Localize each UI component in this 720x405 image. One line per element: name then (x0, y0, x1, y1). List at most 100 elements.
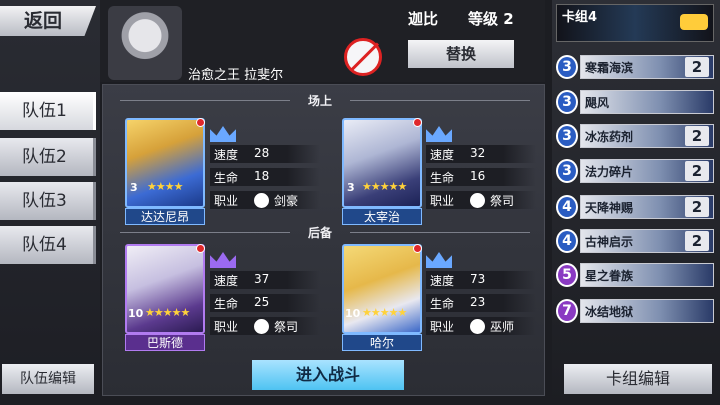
tab-team-4[interactable]: 队伍4 (0, 226, 96, 264)
hero-portrait (125, 118, 205, 208)
enter-battle-button[interactable]: 进入战斗 (252, 360, 404, 390)
deck-card-row[interactable]: 5 星之眷族 (556, 260, 716, 290)
star-rating: ★★★★★ (145, 306, 190, 319)
deck-card-strip: 冰冻药剂 2 (580, 124, 714, 148)
star-rating: ★★★★★ (362, 180, 407, 193)
deck-card-name: 天降神赐 (585, 201, 634, 215)
divider (350, 232, 530, 233)
hero-name: 太宰治 (342, 208, 422, 225)
player-level: 等级 2 (468, 10, 514, 28)
hp-label: 生命 (214, 297, 239, 311)
notification-dot (196, 244, 205, 253)
deck-edit-button[interactable]: 卡组编辑 (564, 364, 712, 394)
deck-card-row[interactable]: 3 法力碎片 2 (556, 156, 716, 186)
deck-card-row[interactable]: 3 冰冻药剂 2 (556, 121, 716, 151)
no-cat-icon (344, 38, 382, 76)
deck-title: 卡组4 (562, 10, 598, 25)
deck-card-row[interactable]: 3 飓风 (556, 87, 716, 117)
swap-button[interactable]: 替换 (408, 40, 514, 68)
deck-card-name: 星之眷族 (585, 269, 634, 283)
speed-value: 28 (254, 146, 270, 160)
cross-class-icon (254, 319, 269, 334)
deck-card-name: 冰冻药剂 (585, 130, 634, 144)
speed-value: 73 (470, 272, 486, 286)
mana-cost: 7 (556, 299, 578, 323)
leader-title: 治愈之王 拉斐尔 (188, 68, 284, 83)
hero-name: 巴斯德 (125, 334, 205, 351)
deck-card-row[interactable]: 4 古神启示 2 (556, 226, 716, 256)
job-value: 祭司 (490, 194, 515, 208)
hp-value: 23 (470, 295, 486, 309)
hero-portrait (342, 118, 422, 208)
divider (120, 100, 290, 101)
hero-name: 哈尔 (342, 334, 422, 351)
tab-team-1[interactable]: 队伍1 (0, 92, 96, 130)
divider (350, 100, 530, 101)
player-name: 迦比 (408, 10, 439, 28)
deck-card-strip: 古神启示 2 (580, 229, 714, 253)
speed-label: 速度 (214, 274, 239, 288)
deck-card-name: 冰结地狱 (585, 305, 634, 319)
hero-level: 3 (347, 181, 355, 194)
notification-dot (413, 118, 422, 127)
hero-name: 达达尼昂 (125, 208, 205, 225)
hp-label: 生命 (430, 297, 455, 311)
job-label: 职业 (214, 320, 239, 334)
back-button[interactable]: 返回 (0, 6, 96, 36)
job-label: 职业 (430, 194, 455, 208)
deck-card-count: 2 (685, 57, 709, 77)
hero-card-dazai[interactable]: 3 ★★★★★ 太宰治 (342, 118, 422, 225)
deck-card-row[interactable]: 3 寒霜海滨 2 (556, 52, 716, 82)
mana-cost: 3 (556, 124, 578, 148)
mana-cost: 4 (556, 195, 578, 219)
job-value: 巫师 (490, 320, 515, 334)
hero-card-dartagnan[interactable]: 3 ★★★★ 达达尼昂 (125, 118, 205, 225)
mana-cost: 4 (556, 229, 578, 253)
staff-class-icon (470, 319, 485, 334)
star-rating: ★★★★ (147, 180, 183, 193)
hero-level: 3 (130, 181, 138, 194)
mana-cost: 3 (556, 55, 578, 79)
team-edit-button[interactable]: 队伍编辑 (2, 364, 94, 394)
deck-card-strip: 飓风 (580, 90, 714, 114)
deck-card-strip: 天降神赐 2 (580, 195, 714, 219)
deck-card-count: 2 (685, 231, 709, 251)
deck-card-name: 古神启示 (585, 235, 634, 249)
deck-card-strip: 星之眷族 (580, 263, 714, 287)
speed-value: 37 (254, 272, 270, 286)
hp-label: 生命 (430, 171, 455, 185)
mana-cost: 3 (556, 90, 578, 114)
deck-card-strip: 寒霜海滨 2 (580, 55, 714, 79)
tab-team-3[interactable]: 队伍3 (0, 182, 96, 220)
job-value: 剑豪 (274, 194, 299, 208)
hp-value: 16 (470, 169, 486, 183)
hero-level: 10 (128, 307, 144, 320)
sword-class-icon (254, 193, 269, 208)
notification-dot (413, 244, 422, 253)
hero-portrait (125, 244, 205, 334)
hp-value: 25 (254, 295, 270, 309)
deck-card-strip: 法力碎片 2 (580, 159, 714, 183)
deck-card-count: 2 (685, 126, 709, 146)
leader-portrait[interactable] (108, 6, 182, 80)
section-onfield-label: 场上 (307, 94, 332, 108)
deck-card-row[interactable]: 4 天降神赐 2 (556, 192, 716, 222)
speed-label: 速度 (214, 148, 239, 162)
job-value: 祭司 (274, 320, 299, 334)
notification-dot (196, 118, 205, 127)
mana-cost: 3 (556, 159, 578, 183)
deck-card-row[interactable]: 7 冰结地狱 (556, 296, 716, 326)
speed-label: 速度 (430, 274, 455, 288)
hp-value: 18 (254, 169, 270, 183)
speed-label: 速度 (430, 148, 455, 162)
divider (120, 232, 290, 233)
job-label: 职业 (430, 320, 455, 334)
hero-card-pasteur[interactable]: 10 ★★★★★ 巴斯德 (125, 244, 205, 351)
tab-team-2[interactable]: 队伍2 (0, 138, 96, 176)
star-rating: ★★★★★ (362, 306, 407, 319)
hp-label: 生命 (214, 171, 239, 185)
hero-card-howl[interactable]: 10 ★★★★★ 哈尔 (342, 244, 422, 351)
mana-cost: 5 (556, 263, 578, 287)
deck-card-name: 寒霜海滨 (585, 61, 634, 75)
deck-switch-icon[interactable] (680, 14, 708, 30)
